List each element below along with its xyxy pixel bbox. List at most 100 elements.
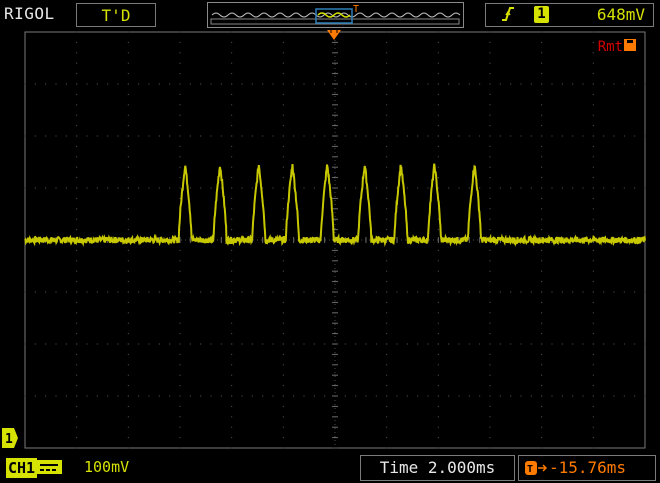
grid-dot xyxy=(86,395,88,397)
trigger-info[interactable]: 1 648mV xyxy=(485,3,654,27)
grid-dot xyxy=(282,281,284,283)
grid-dot xyxy=(76,281,78,283)
grid-dot xyxy=(45,395,47,397)
grid-dot xyxy=(293,83,295,85)
grid-dot xyxy=(499,187,501,189)
grid-dot xyxy=(437,385,439,387)
grid-dot xyxy=(127,114,129,116)
grid-dot xyxy=(262,135,264,137)
grid-dot xyxy=(179,73,181,75)
grid-dot xyxy=(592,364,594,366)
grid-dot xyxy=(231,197,233,199)
grid-dot xyxy=(76,73,78,75)
grid-dot xyxy=(76,270,78,272)
grid-dot xyxy=(127,395,129,397)
grid-dot xyxy=(231,395,233,397)
grid-dot xyxy=(24,395,26,397)
grid-dot xyxy=(437,218,439,220)
grid-dot xyxy=(107,395,109,397)
ch1-ground-marker[interactable]: 1 xyxy=(2,428,18,448)
grid-dot xyxy=(355,187,357,189)
grid-dot xyxy=(127,270,129,272)
grid-dot xyxy=(282,385,284,387)
grid-dot xyxy=(241,187,243,189)
grid-dot xyxy=(282,343,284,345)
grid-dot xyxy=(282,260,284,262)
grid-dot xyxy=(282,41,284,43)
grid-dot xyxy=(355,135,357,137)
grid-dot xyxy=(200,187,202,189)
grid-dot xyxy=(386,301,388,303)
grid-dot xyxy=(510,291,512,293)
grid-dot xyxy=(45,343,47,345)
grid-dot xyxy=(386,197,388,199)
grid-dot xyxy=(241,83,243,85)
grid-dot xyxy=(489,333,491,335)
grid-dot xyxy=(282,270,284,272)
grid-dot xyxy=(551,395,553,397)
grid-dot xyxy=(231,249,233,251)
grid-dot xyxy=(282,437,284,439)
grid-dot xyxy=(386,177,388,179)
trigger-position-marker[interactable] xyxy=(327,30,341,42)
grid-dot xyxy=(541,104,543,106)
grid-dot xyxy=(520,395,522,397)
grid-dot xyxy=(592,145,594,147)
grid-dot xyxy=(541,374,543,376)
grid-dot xyxy=(437,364,439,366)
grid-dot xyxy=(541,52,543,54)
grid-dot xyxy=(76,62,78,64)
grid-dot xyxy=(55,187,57,189)
timebase[interactable]: Time 2.000ms xyxy=(360,455,515,481)
grid-dot xyxy=(448,135,450,137)
grid-dot xyxy=(489,52,491,54)
grid-dot xyxy=(479,291,481,293)
grid-dot xyxy=(200,343,202,345)
grid-dot xyxy=(437,312,439,314)
grid-dot xyxy=(231,166,233,168)
grid-dot xyxy=(437,93,439,95)
grid-dot xyxy=(386,447,388,449)
grid-dot xyxy=(375,135,377,137)
bottom-status-bar: CH1 100mV Time 2.000ms T -15.76ms xyxy=(0,455,660,483)
grid-dot xyxy=(437,416,439,418)
grid-dot xyxy=(179,83,181,85)
grid-dot xyxy=(386,229,388,231)
waveform-overview[interactable]: T xyxy=(207,2,464,28)
grid-dot xyxy=(386,83,388,85)
grid-dot xyxy=(489,353,491,355)
grid-dot xyxy=(324,291,326,293)
trigger-offset[interactable]: T -15.76ms xyxy=(518,455,656,481)
grid-dot xyxy=(86,83,88,85)
grid-dot xyxy=(158,187,160,189)
waveform-display[interactable] xyxy=(0,29,660,454)
grid-dot xyxy=(107,135,109,137)
grid-dot xyxy=(117,291,119,293)
grid-dot xyxy=(148,395,150,397)
grid-dot xyxy=(179,385,181,387)
remote-indicator: Rmt xyxy=(598,39,636,55)
grid-dot xyxy=(592,249,594,251)
grid-dot xyxy=(365,135,367,137)
grid-dot xyxy=(76,31,78,33)
grid-dot xyxy=(437,41,439,43)
grid-dot xyxy=(179,31,181,33)
grid-dot xyxy=(127,197,129,199)
grid-dot xyxy=(138,343,140,345)
grid-dot xyxy=(158,83,160,85)
grid-dot xyxy=(386,353,388,355)
grid-dot xyxy=(458,187,460,189)
grid-dot xyxy=(386,312,388,314)
grid-dot xyxy=(344,187,346,189)
grid-dot xyxy=(34,343,36,345)
grid-dot xyxy=(592,31,594,33)
channel-label[interactable]: CH1 xyxy=(6,458,38,478)
grid-dot xyxy=(282,405,284,407)
grid-dot xyxy=(231,301,233,303)
grid-dot xyxy=(479,135,481,137)
grid-dot xyxy=(417,343,419,345)
grid-dot xyxy=(541,385,543,387)
grid-dot xyxy=(541,426,543,428)
vertical-scale[interactable]: 100mV xyxy=(84,458,129,476)
grid-dot xyxy=(375,291,377,293)
